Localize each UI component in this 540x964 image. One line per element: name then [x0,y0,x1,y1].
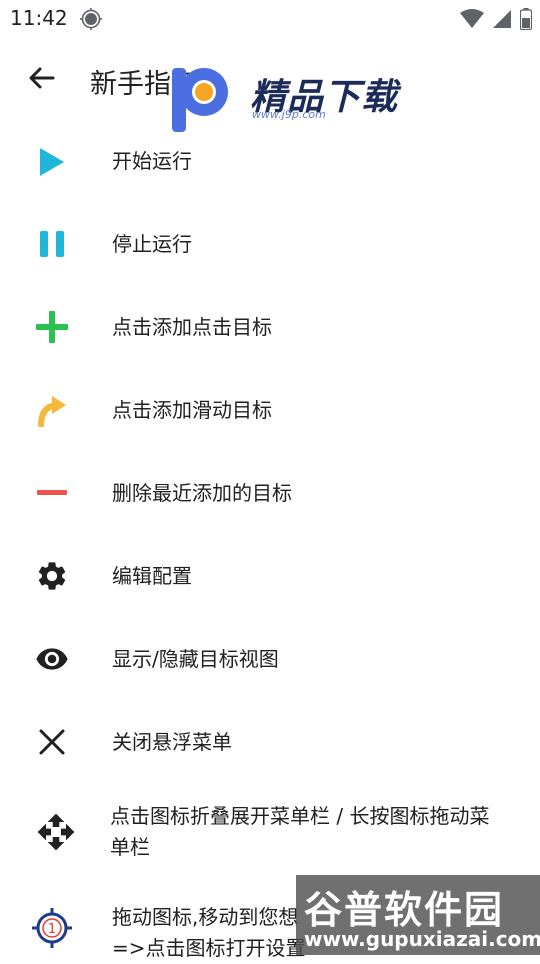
list-item-label: 删除最近添加的目标 [112,481,292,505]
play-icon [28,138,76,186]
target-number: 1 [48,922,56,937]
watermark-brand: 谷普软件园 [304,888,505,932]
move-icon [32,808,80,856]
status-bar: 11:42 [0,0,540,36]
list-item-label: 点击添加点击目标 [112,315,272,339]
watermark-url: www.gupuxiazai.com [304,927,540,951]
eye-icon [28,635,76,683]
back-button[interactable] [22,58,62,98]
swipe-arrow-icon [28,386,76,434]
list-item-add-swipe[interactable]: 点击添加滑动目标 [0,369,540,452]
list-item-label-line2: 单栏 [110,835,150,859]
status-time: 11:42 [10,6,68,30]
list-item-edit-config[interactable]: 编辑配置 [0,535,540,618]
list-item-label: 停止运行 [112,232,192,256]
close-icon [28,718,76,766]
wifi-icon [460,9,484,33]
list-item-close-menu[interactable]: 关闭悬浮菜单 [0,701,540,784]
list-item-label: 关闭悬浮菜单 [112,730,232,754]
list-item-delete-recent[interactable]: 删除最近添加的目标 [0,452,540,535]
cell-signal-icon [492,9,512,33]
gear-icon [28,552,76,600]
gps-icon [80,8,102,34]
list-item-label-line2: =>点击图标打开设置 [112,936,306,960]
pause-icon [28,220,76,268]
minus-icon [28,469,76,517]
battery-icon [519,8,533,34]
arrow-back-icon [29,67,55,89]
list-item-label-line1: 点击图标折叠展开菜单栏 / 长按图标拖动菜 [110,804,490,828]
list-item-label: 编辑配置 [112,564,192,588]
target-icon: 1 [28,904,76,952]
list-item-label: 开始运行 [112,149,192,173]
list-item-label: 点击添加滑动目标 [112,398,272,422]
list-item-add-click[interactable]: 点击添加点击目标 [0,286,540,369]
list-item-label-line1: 拖动图标,移动到您想 [112,905,299,929]
plus-icon [28,303,76,351]
list-item-collapse-menu[interactable]: 点击图标折叠展开菜单栏 / 长按图标拖动菜 单栏 [0,784,540,884]
list-item-stop[interactable]: 停止运行 [0,203,540,286]
list-item-label: 显示/隐藏目标视图 [112,647,279,671]
list-item-toggle-view[interactable]: 显示/隐藏目标视图 [0,618,540,701]
watermark-badge: 谷普软件园 www.gupuxiazai.com [296,875,540,955]
list-item-start[interactable]: 开始运行 [0,120,540,203]
